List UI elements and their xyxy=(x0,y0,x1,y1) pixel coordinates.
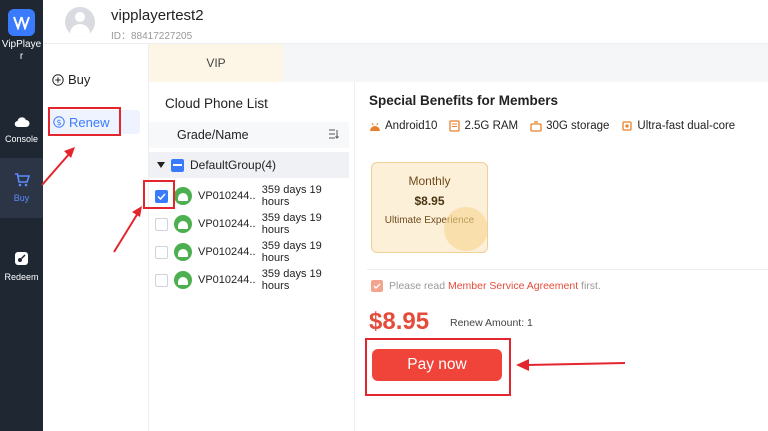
annotation-arrows xyxy=(41,147,626,371)
arrow-to-renew xyxy=(41,152,71,186)
arrow-to-pay xyxy=(526,362,626,366)
arrow-to-checkbox xyxy=(113,212,139,253)
